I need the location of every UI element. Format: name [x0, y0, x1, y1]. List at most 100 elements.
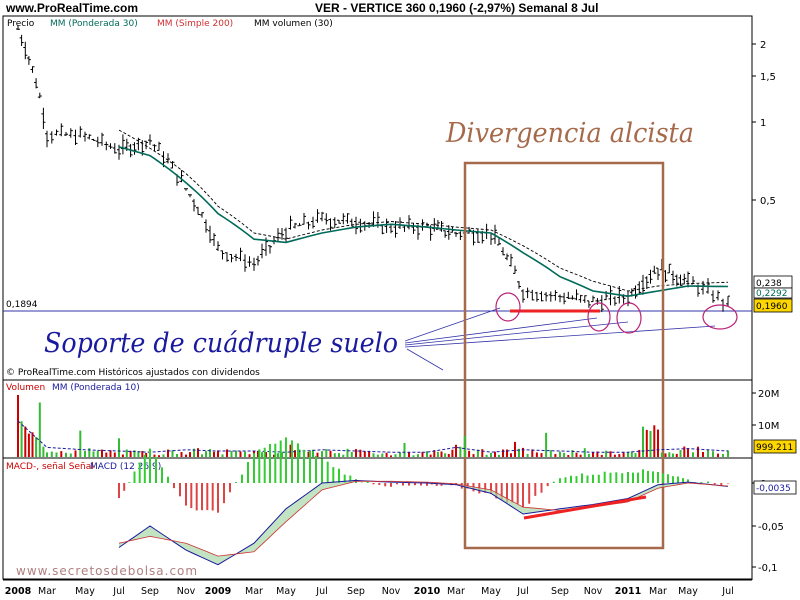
macd-histogram-bar — [540, 483, 543, 493]
macd-last-box-text: -0,0035 — [756, 484, 791, 494]
volume-bar — [261, 452, 263, 457]
macd-histogram-bar — [321, 458, 323, 483]
x-tick-label: 2009 — [205, 586, 231, 597]
x-tick-label: May — [75, 586, 95, 597]
mm200-line — [118, 129, 729, 292]
bottom-circle-3 — [616, 302, 642, 334]
macd-histogram-bar — [338, 468, 340, 483]
x-tick-label: Mar — [38, 586, 56, 597]
volume-bar — [609, 451, 612, 457]
volume-bar — [338, 453, 340, 457]
volume-bar — [687, 448, 689, 457]
macd-histogram-bar — [662, 473, 664, 483]
macd-histogram-bar — [149, 448, 151, 483]
macd-histogram-bar — [247, 462, 249, 483]
macd-histogram-bar — [642, 469, 644, 483]
macd-histogram-bar — [637, 472, 639, 483]
volume-bar — [717, 453, 719, 457]
volume-bar — [385, 452, 388, 457]
volume-bar — [205, 451, 207, 457]
macd-histogram-bar — [155, 457, 157, 483]
volume-bar — [502, 449, 504, 457]
volume-bar — [692, 452, 694, 457]
x-tick-label: Jul — [516, 586, 528, 597]
volume-bar — [417, 454, 419, 457]
macd-histogram-bar — [332, 467, 335, 483]
volume-mm-line — [17, 420, 729, 453]
macd-histogram-bar — [603, 471, 606, 483]
volume-bar — [60, 451, 63, 457]
macd-histogram-bar — [133, 471, 136, 483]
volume-bar — [444, 453, 447, 457]
macd-histogram-bar — [627, 472, 629, 483]
volume-bar — [55, 452, 58, 457]
volume-bar — [451, 449, 454, 457]
volume-bar — [702, 452, 704, 457]
volume-bar — [683, 446, 686, 457]
volume-bar — [545, 432, 548, 457]
macd-histogram-bar — [206, 483, 209, 511]
volume-bar — [65, 452, 67, 457]
volume-bar — [329, 450, 332, 457]
volume-bar — [321, 451, 323, 457]
macd-histogram-bar — [647, 470, 649, 483]
macd-histogram-bar — [657, 472, 659, 483]
macd-line — [118, 479, 729, 566]
macd-histogram-bar — [223, 483, 225, 504]
volume-bar — [567, 455, 570, 457]
volume-bar — [239, 451, 242, 457]
volume-bar — [109, 450, 112, 457]
volume-bar — [408, 452, 410, 457]
legend-mmvol: MM volumen (30) — [254, 19, 333, 29]
macd-histogram-bar — [713, 483, 716, 485]
volume-bar — [189, 452, 191, 457]
volume-bar — [634, 453, 637, 457]
volume-bar — [79, 430, 82, 457]
macd-histogram-bar — [309, 450, 311, 483]
x-tick-label: May — [678, 586, 698, 597]
macd-histogram-bar — [315, 455, 317, 483]
macd-histogram-bar — [167, 476, 169, 483]
x-axis: 2008 Mar May Jul Sep Nov 2009 Mar May Jul Sep Nov 20… — [5, 586, 734, 597]
macd-histogram-bar — [592, 474, 594, 483]
macd-histogram-bar — [211, 483, 214, 511]
volume-bar — [176, 454, 178, 457]
volume-bar — [510, 453, 512, 457]
support-fan — [404, 307, 716, 371]
macd-histogram-bar — [575, 476, 578, 483]
macd-red-trendline — [523, 495, 647, 520]
macd-histogram-bar — [581, 473, 583, 483]
volume-bar — [84, 451, 86, 457]
volume-bar — [485, 454, 488, 457]
price-tick-2: 2 — [760, 40, 766, 51]
volume-bar — [622, 452, 625, 457]
volume-tick-20m: 20M — [758, 389, 779, 400]
macd-histogram-bar — [279, 440, 282, 483]
support-value-label: 0,1894 — [6, 300, 38, 310]
macd-histogram-bar — [667, 474, 669, 483]
volume-last-box-text: 999.211 — [756, 443, 793, 453]
macd-histogram-bar — [263, 447, 266, 483]
macd-histogram-bar — [378, 483, 381, 485]
macd-histogram-bar — [632, 472, 634, 483]
volume-bar — [31, 432, 34, 457]
macd-histogram-bar — [390, 483, 392, 487]
volume-bar — [490, 453, 492, 457]
volume-bar — [325, 449, 328, 457]
volume-bar — [526, 453, 529, 457]
volume-bar — [412, 455, 415, 457]
volume-bar — [277, 453, 279, 457]
volume-bar — [376, 454, 379, 457]
volume-bar — [514, 441, 516, 457]
legend-price: Precio — [7, 19, 35, 29]
volume-bar — [368, 451, 371, 457]
volume-bar — [592, 452, 594, 457]
volume-bar — [579, 454, 582, 457]
volume-bar — [563, 452, 566, 457]
macd-histogram-bar — [253, 453, 255, 483]
x-tick-label: 2010 — [414, 586, 441, 597]
macd-panel-frame — [2, 457, 753, 580]
macd-histogram-bar — [408, 483, 410, 486]
volume-bar — [403, 442, 406, 457]
volume-bar — [440, 451, 443, 457]
